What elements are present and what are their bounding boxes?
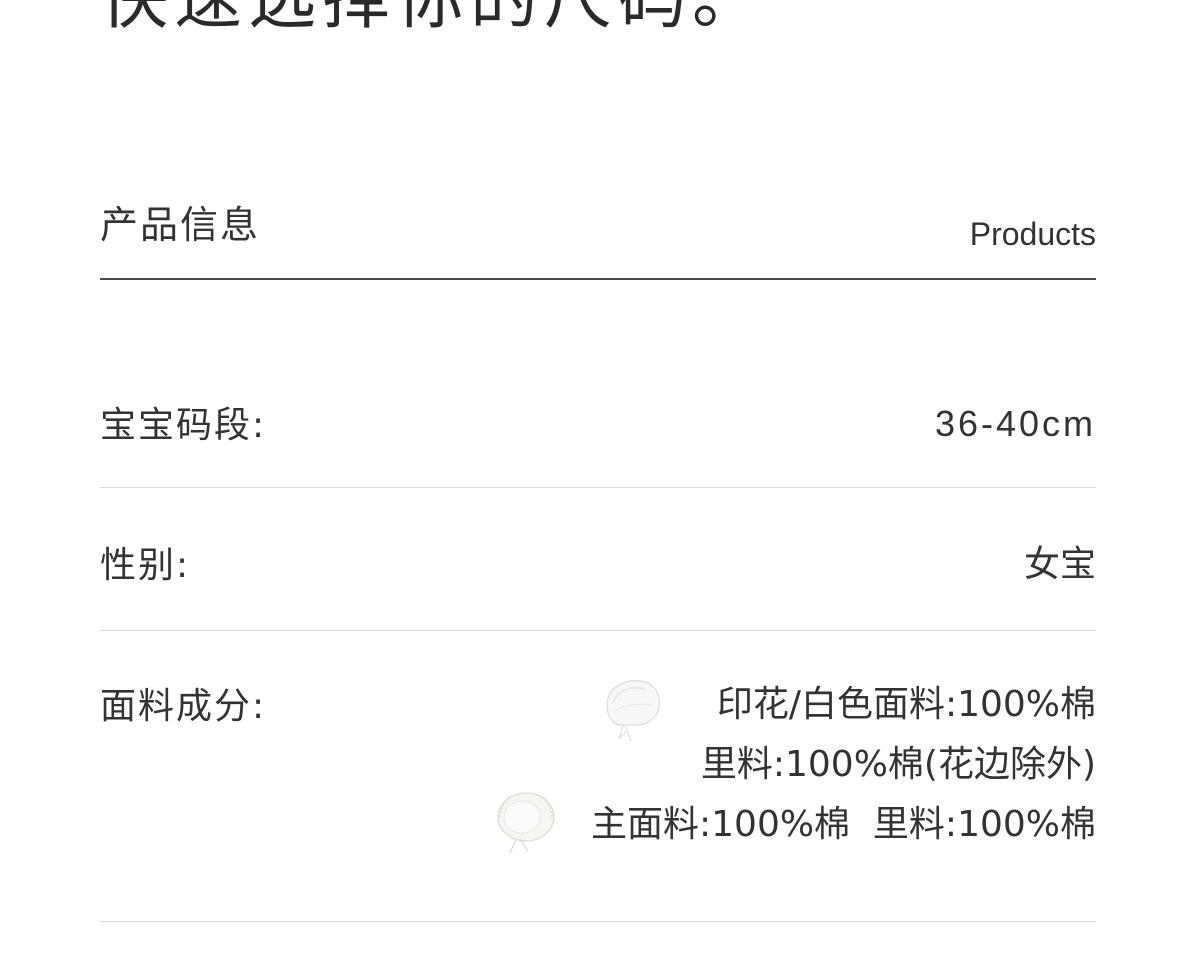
size-value: 36-40cm [934, 403, 1096, 444]
size-row: 宝宝码段: 36-40cm [100, 350, 1096, 488]
product-info-header: 产品信息 Products [100, 198, 1096, 280]
lace-bonnet-image [497, 792, 555, 854]
size-label: 宝宝码段: [100, 405, 267, 446]
gender-value: 女宝 [1023, 544, 1096, 585]
gender-row: 性别: 女宝 [100, 488, 1096, 631]
fabric-row: 面料成分: 印花/白色面料:100%棉 里料:100%棉(花边除外) 主面料:1… [100, 631, 1096, 922]
gender-label: 性别: [100, 545, 191, 586]
page-headline: 快速选择你的尺码。 [100, 0, 766, 40]
white-bonnet-image [606, 680, 660, 742]
fabric-label: 面料成分: [100, 686, 267, 727]
fabric-line-2: 里料:100%棉(花边除外) [700, 744, 1096, 785]
section-title: 产品信息 [100, 203, 261, 247]
fabric-line-3: 主面料:100%棉 里料:100%棉 [591, 804, 1096, 845]
fabric-line-1: 印花/白色面料:100%棉 [716, 684, 1096, 725]
section-title-en: Products [969, 216, 1096, 252]
